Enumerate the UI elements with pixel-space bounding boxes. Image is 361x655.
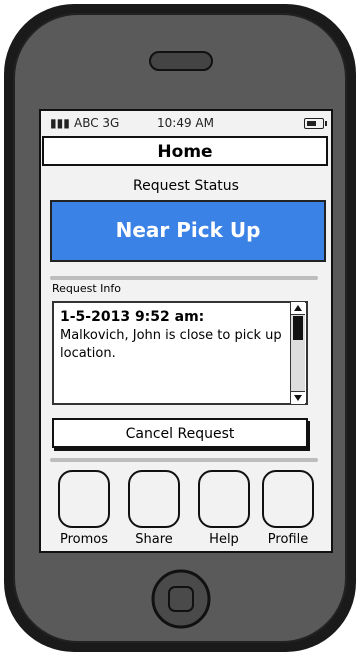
tab-profile-label: Profile — [267, 532, 309, 547]
tab-promos-label: Promos — [59, 532, 108, 547]
page-title: Home — [157, 142, 213, 162]
tab-share[interactable] — [128, 470, 180, 528]
divider — [50, 458, 318, 462]
divider — [50, 276, 318, 280]
tab-share-label: Share — [135, 532, 173, 547]
scroll-down-arrow-icon[interactable] — [291, 391, 305, 404]
request-info-textarea[interactable]: 1-5-2013 9:52 am: Malkovich, John is clo… — [52, 301, 308, 405]
cancel-request-button[interactable]: Cancel Request — [52, 418, 308, 448]
request-info-label: Request Info — [52, 282, 121, 295]
request-status-label: Request Status — [133, 178, 239, 194]
scroll-thumb[interactable] — [293, 316, 303, 340]
scroll-up-arrow-icon[interactable] — [291, 302, 305, 315]
request-status-banner: Near Pick Up — [50, 200, 326, 262]
title-bar: Home — [42, 136, 328, 166]
tab-help[interactable] — [198, 470, 250, 528]
tab-profile[interactable] — [262, 470, 314, 528]
request-info-scrollbar[interactable] — [290, 302, 305, 404]
clock: 10:49 AM — [157, 116, 214, 130]
tab-promos[interactable] — [58, 470, 110, 528]
cancel-request-label: Cancel Request — [125, 426, 235, 442]
request-info-message: Malkovich, John is close to pick up loca… — [60, 328, 282, 361]
carrier-label: ABC 3G — [74, 116, 120, 130]
tab-help-label: Help — [209, 532, 239, 547]
battery-icon — [304, 118, 327, 129]
request-info-timestamp: 1-5-2013 9:52 am: — [60, 309, 205, 325]
request-status-value: Near Pick Up — [115, 218, 261, 242]
signal-icon: ▮▮▮ — [50, 116, 70, 130]
phone-screen: ▮▮▮ ABC 3G 10:49 AM Home Request Status … — [42, 112, 330, 550]
status-bar: ▮▮▮ ABC 3G 10:49 AM — [42, 112, 330, 134]
